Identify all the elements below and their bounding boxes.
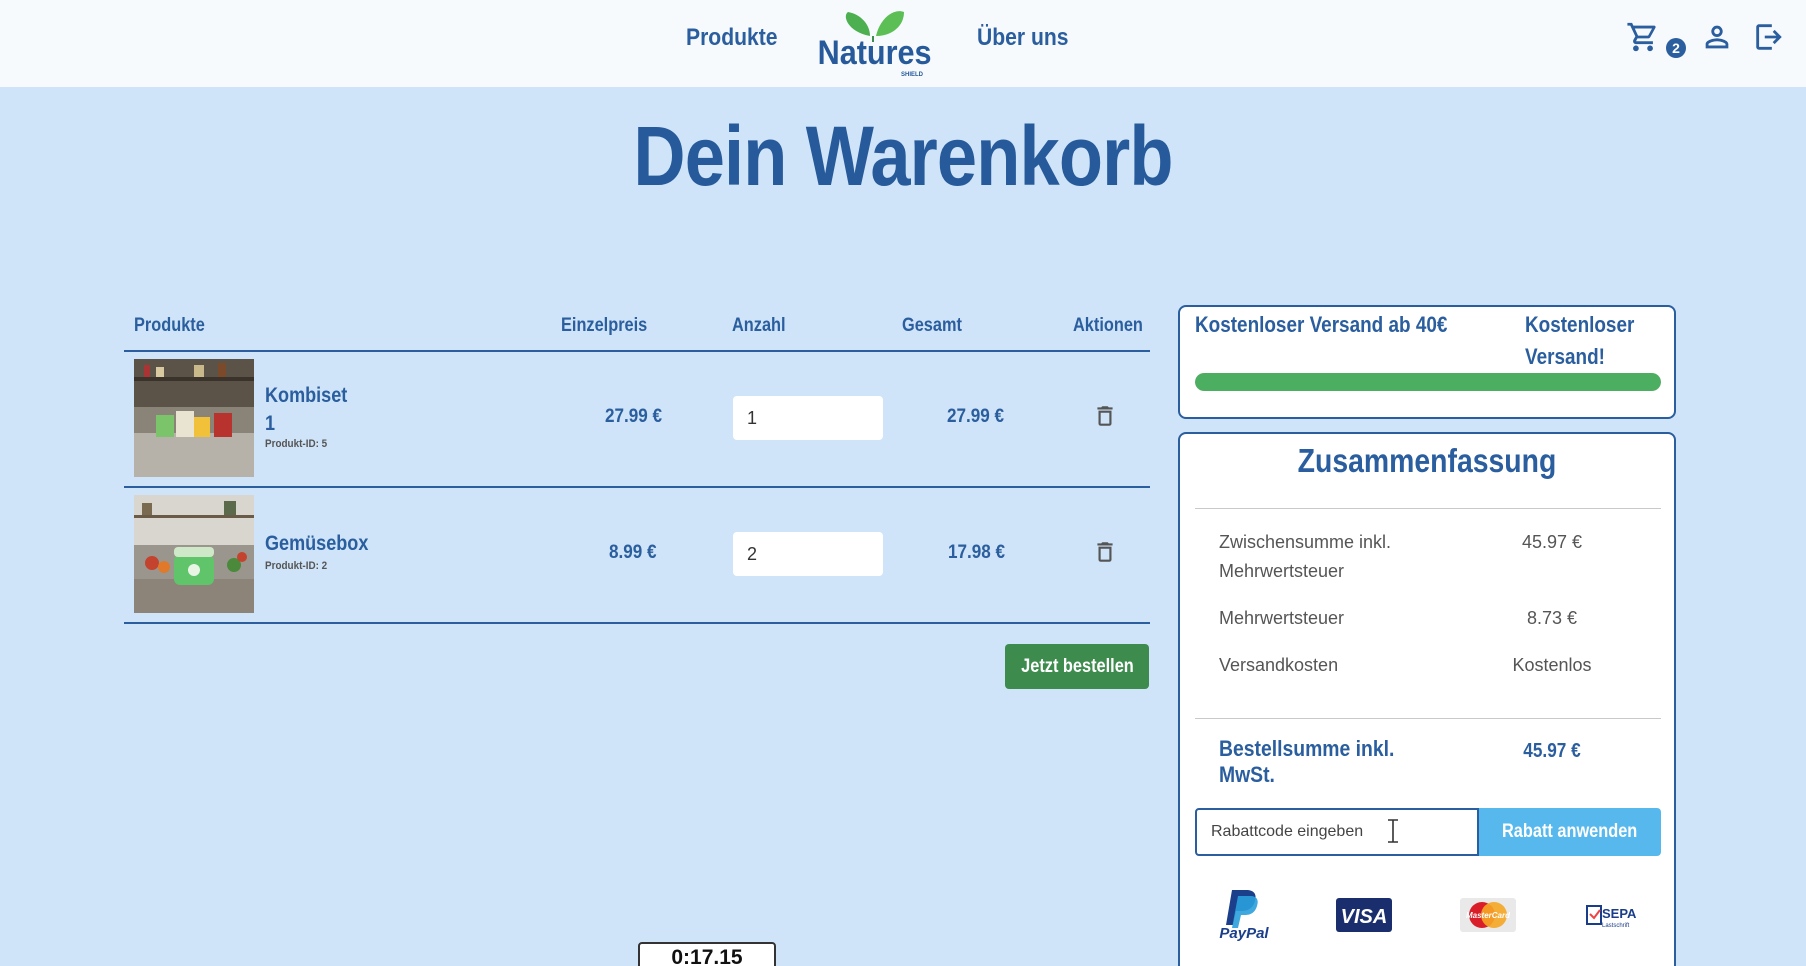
logout-icon[interactable]: [1752, 20, 1786, 54]
free-shipping-box: Kostenloser Versand ab 40€ Kostenloser V…: [1178, 305, 1676, 419]
col-header-actions: Aktionen: [1073, 315, 1143, 336]
leaf-icon: Natures SHIELD: [818, 11, 932, 78]
shipping-progress-fill: [1195, 373, 1661, 391]
order-now-button[interactable]: Jetzt bestellen: [1005, 644, 1149, 689]
svg-text:SEPA: SEPA: [1602, 906, 1637, 921]
col-header-total: Gesamt: [902, 315, 962, 336]
logo-text: Natures: [818, 34, 932, 72]
svg-text:MasterCard: MasterCard: [1466, 911, 1511, 920]
nav-products-link[interactable]: Produkte: [686, 24, 778, 52]
product-id: Produkt-ID: 2: [265, 560, 328, 572]
unit-price: 27.99 €: [605, 406, 663, 427]
quantity-input[interactable]: [733, 532, 883, 576]
table-row: Gemüsebox Produkt-ID: 2 8.99 € 17.98 €: [124, 488, 1150, 622]
free-shipping-status: Kostenloser Versand!: [1525, 312, 1635, 369]
subtotal-label: Zwischensumme inkl. Mehrwertsteuer: [1219, 532, 1392, 581]
visa-icon: VISA: [1336, 898, 1392, 937]
paypal-icon: PayPal: [1214, 886, 1274, 947]
text-cursor-icon: [1386, 818, 1400, 844]
mastercard-icon: MasterCard: [1460, 898, 1516, 937]
trash-icon[interactable]: [1092, 402, 1118, 430]
product-image-gemuesebox[interactable]: [134, 495, 254, 613]
product-id: Produkt-ID: 5: [265, 438, 328, 450]
cart-count-badge: 2: [1666, 38, 1686, 58]
shipping-progress-bar: [1195, 373, 1661, 391]
divider: [1195, 508, 1661, 509]
order-summary: Zusammenfassung Zwischensumme inkl. Mehr…: [1178, 432, 1676, 966]
coupon-code-input[interactable]: [1195, 808, 1479, 856]
cart-icon[interactable]: [1626, 20, 1660, 54]
summary-title: Zusammenfassung: [1297, 442, 1557, 479]
timer-overlay: 0:17.15: [638, 942, 776, 966]
order-total-value: 45.97 €: [1523, 740, 1581, 762]
apply-coupon-button[interactable]: Rabatt anwenden: [1479, 808, 1661, 856]
sepa-icon: SEPA Lastschrift: [1586, 902, 1638, 935]
col-header-quantity: Anzahl: [732, 315, 786, 336]
col-header-product: Produkte: [134, 315, 205, 336]
shipping-cost-value: Kostenlos: [1512, 655, 1592, 675]
table-row: Kombiset 1 Produkt-ID: 5 27.99 € 27.99 €: [124, 352, 1150, 486]
logo[interactable]: Natures SHIELD: [808, 6, 942, 78]
svg-text:VISA: VISA: [1341, 906, 1388, 928]
unit-price: 8.99 €: [609, 542, 657, 563]
site-header: Produkte Natures SHIELD Über uns 2: [0, 0, 1806, 87]
user-icon[interactable]: [1700, 20, 1734, 54]
vat-value: 8.73 €: [1526, 608, 1578, 628]
svg-text:Lastschrift: Lastschrift: [1602, 923, 1630, 929]
col-header-unit-price: Einzelpreis: [561, 315, 648, 336]
trash-icon[interactable]: [1092, 538, 1118, 566]
page-title: Dein Warenkorb: [633, 109, 1173, 203]
shipping-cost-label: Versandkosten: [1219, 655, 1339, 675]
quantity-input[interactable]: [733, 396, 883, 440]
product-name[interactable]: Kombiset: [265, 382, 347, 410]
logo-subtext: SHIELD: [901, 72, 924, 78]
divider: [1195, 718, 1661, 719]
row-total: 27.99 €: [947, 406, 1005, 427]
free-shipping-threshold: Kostenloser Versand ab 40€: [1195, 312, 1448, 337]
divider: [124, 622, 1150, 624]
product-name-line2: 1: [265, 412, 276, 435]
vat-label: Mehrwertsteuer: [1219, 608, 1345, 628]
subtotal-value: 45.97 €: [1521, 532, 1583, 552]
svg-text:PayPal: PayPal: [1219, 925, 1269, 942]
nav-about-link[interactable]: Über uns: [977, 24, 1069, 52]
order-total-label: Bestellsumme inkl. MwSt.: [1219, 736, 1395, 787]
row-total: 17.98 €: [948, 542, 1006, 563]
product-image-kombiset[interactable]: [134, 359, 254, 477]
product-name[interactable]: Gemüsebox: [265, 530, 368, 558]
